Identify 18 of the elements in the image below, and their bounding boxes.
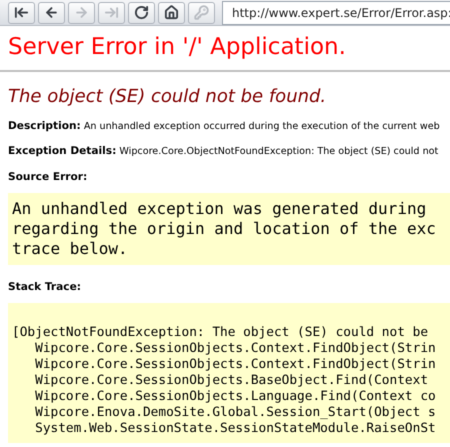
first-button[interactable] xyxy=(8,2,35,24)
exception-details-text: Exception Details: Wipcore.Core.ObjectNotFoundException: The object (SE) could not xyxy=(8,145,440,157)
reload-button[interactable] xyxy=(128,2,155,24)
section-heading: Source Error: xyxy=(8,171,88,183)
home-icon xyxy=(164,5,179,20)
arrow-icon xyxy=(104,5,119,20)
stack-trace-block: [ObjectNotFoundException: The object (SE) could not be Wipcore.Core.SessionObjects.Context.FindObject(Strin Wipcore.Core.SessionObjects.Context.FindObject(Strin Wipcore.Core.SessionObjects.BaseObject.Find(Context Wipcore.Core.SessionObjects.Language.Find(Context co Wipcore.Enova.DemoSite.Global.Session_Start(Object s System.Web.SessionState.SessionStateModule.RaiseOnSt xyxy=(8,303,450,443)
arrow-icon xyxy=(74,5,89,20)
description-text: Description: An unhandled exception occurred during the execution of the current web xyxy=(8,120,441,132)
arrow-icon xyxy=(14,5,29,20)
page-title: Server Error in '/' Application. xyxy=(8,34,347,60)
section-heading: Stack Trace: xyxy=(8,281,82,293)
key-icon xyxy=(194,5,209,20)
reload-icon xyxy=(134,5,149,20)
back-button[interactable] xyxy=(38,2,65,24)
error-message: The object (SE) could not be found. xyxy=(8,86,328,107)
source-error-block: An unhandled exception was generated during regarding the origin and location of the exc trace below. xyxy=(8,193,450,265)
home-button[interactable] xyxy=(158,2,185,24)
